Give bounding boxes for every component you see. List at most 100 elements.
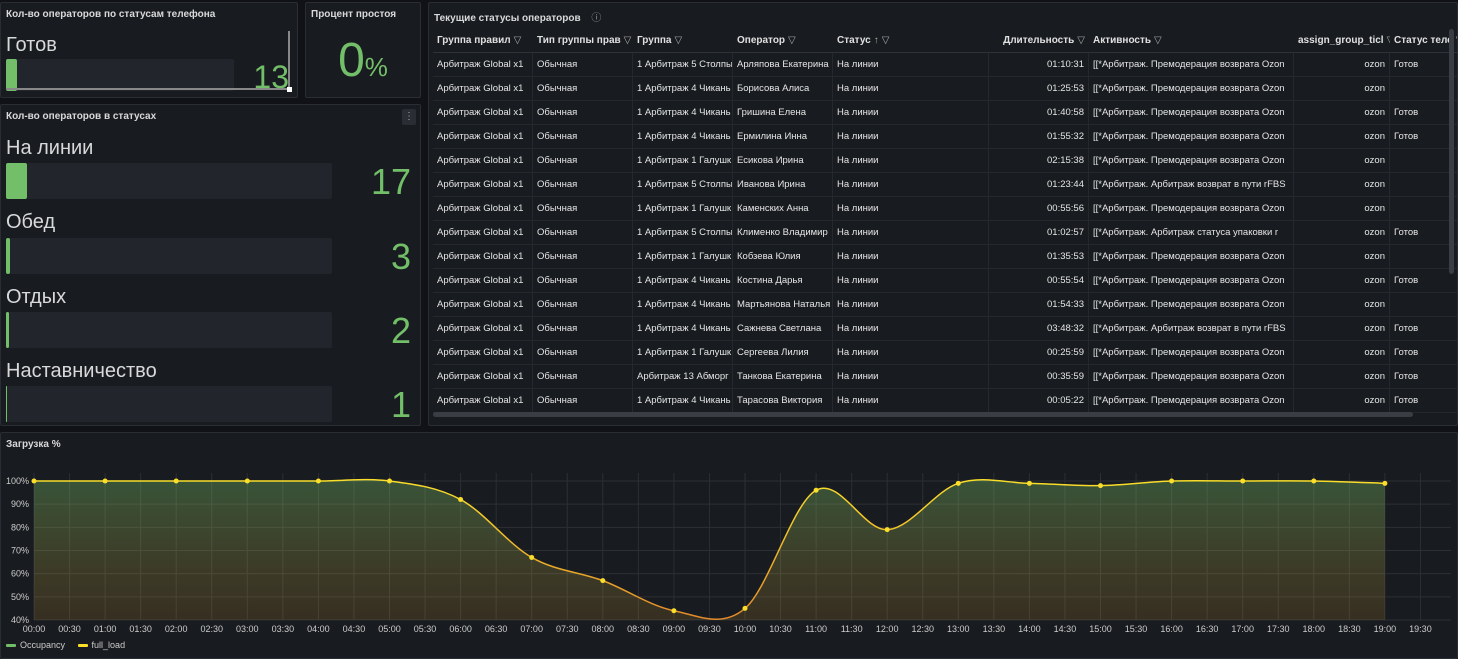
table-cell: 1 Арбитраж 5 Столпы xyxy=(633,53,733,77)
column-header-label: assign_group_ticl xyxy=(1298,35,1384,46)
table-cell: Клименко Владимир xyxy=(733,221,833,245)
status-label-rest: Отдых xyxy=(6,286,67,308)
legend-item-occupancy[interactable]: Occupancy xyxy=(6,640,65,650)
table-cell: На линии xyxy=(833,173,989,197)
table-row[interactable]: Арбитраж Global x1 Обычная 1 Арбитраж 5 Ст… xyxy=(433,221,1457,245)
table-cell: ozon xyxy=(1294,341,1390,365)
table-cell: На линии xyxy=(833,101,989,125)
column-header[interactable]: Группа правил ▽ xyxy=(433,29,533,53)
table-cell: Арбитраж Global x1 xyxy=(433,365,533,389)
x-tick-label: 00:00 xyxy=(23,624,46,634)
table-cell: [[*Арбитраж. Премодерация возврата Ozon xyxy=(1089,77,1294,101)
column-header[interactable]: Длительность ▽ xyxy=(989,29,1089,53)
filter-icon[interactable]: ▽ xyxy=(624,29,632,53)
table-cell: Обычная xyxy=(533,197,633,221)
table-cell: Готов xyxy=(1390,365,1457,389)
data-point xyxy=(1311,478,1317,484)
x-tick-label: 08:30 xyxy=(627,624,650,634)
table-cell: Костина Дарья xyxy=(733,269,833,293)
filter-icon[interactable]: ▽ xyxy=(882,29,890,53)
table-cell xyxy=(1390,245,1457,269)
filter-icon[interactable]: ▽ xyxy=(1077,29,1085,53)
table-cell: 00:55:56 xyxy=(989,197,1089,221)
x-tick-label: 13:30 xyxy=(983,624,1006,634)
panel-operator-statuses: Кол-во операторов в статусах ⋮ На линии … xyxy=(0,104,421,426)
table-cell: Ермилина Инна xyxy=(733,125,833,149)
table-cell: Арбитраж Global x1 xyxy=(433,197,533,221)
table-row[interactable]: Арбитраж Global x1 Обычная 1 Арбитраж 4 Чи… xyxy=(433,125,1457,149)
y-tick-label: 60% xyxy=(11,569,29,579)
x-tick-label: 11:30 xyxy=(841,624,863,634)
status-value-online: 17 xyxy=(370,161,411,202)
column-header[interactable]: Статус теле▽ xyxy=(1390,29,1457,53)
table-cell: 1 Арбитраж 4 Чикань xyxy=(633,125,733,149)
x-tick-label: 06:00 xyxy=(449,624,472,634)
legend-swatch xyxy=(6,644,16,648)
table-cell: Готов xyxy=(1390,389,1457,413)
column-header[interactable]: Активность ▽ xyxy=(1089,29,1294,53)
idle-unit: % xyxy=(364,52,388,82)
table-cell: На линии xyxy=(833,125,989,149)
status-value-ready: 13 xyxy=(253,59,289,95)
filter-icon[interactable]: ▽ xyxy=(674,29,682,53)
data-point xyxy=(387,478,392,484)
table-cell: ozon xyxy=(1294,125,1390,149)
table-row[interactable]: Арбитраж Global x1 Обычная 1 Арбитраж 4 Чи… xyxy=(433,101,1457,125)
column-header[interactable]: Статус ↑ ▽ xyxy=(833,29,989,53)
vertical-scrollbar[interactable] xyxy=(1449,29,1454,274)
horizontal-scrollbar[interactable] xyxy=(433,412,1413,417)
table-row[interactable]: Арбитраж Global x1 Обычная 1 Арбитраж 4 Чи… xyxy=(433,389,1457,413)
x-tick-label: 02:30 xyxy=(200,624,223,634)
table-row[interactable]: Арбитраж Global x1 Обычная 1 Арбитраж 4 Чи… xyxy=(433,77,1457,101)
table-row[interactable]: Арбитраж Global x1 Обычная 1 Арбитраж 4 Чи… xyxy=(433,317,1457,341)
table-cell: Арбитраж Global x1 xyxy=(433,221,533,245)
table-row[interactable]: Арбитраж Global x1 Обычная 1 Арбитраж 5 Ст… xyxy=(433,173,1457,197)
table-row[interactable]: Арбитраж Global x1 Обычная 1 Арбитраж 1 Га… xyxy=(433,197,1457,221)
table-row[interactable]: Арбитраж Global x1 Обычная 1 Арбитраж 4 Чи… xyxy=(433,293,1457,317)
scrollbar[interactable] xyxy=(288,31,290,91)
idle-value: 0% xyxy=(306,33,420,88)
status-value-rest: 2 xyxy=(390,310,411,351)
table-cell: [[*Арбитраж. Премодерация возврата Ozon xyxy=(1089,245,1294,269)
table-cell: Арляпова Екатерина xyxy=(733,53,833,77)
status-bar-fill xyxy=(6,59,18,91)
table-cell: Арбитраж Global x1 xyxy=(433,149,533,173)
filter-icon[interactable]: ▽ xyxy=(788,29,796,53)
table-cell: ozon xyxy=(1294,317,1390,341)
resize-handle[interactable] xyxy=(287,87,292,92)
x-tick-label: 01:30 xyxy=(129,624,152,634)
column-header[interactable]: assign_group_ticl▽ xyxy=(1294,29,1390,53)
table-row[interactable]: Арбитраж Global x1 Обычная 1 Арбитраж 1 Га… xyxy=(433,341,1457,365)
table-cell: ozon xyxy=(1294,269,1390,293)
data-point xyxy=(742,605,748,611)
table-cell: Арбитраж 13 Абморг xyxy=(633,365,733,389)
table-row[interactable]: Арбитраж Global x1 Обычная 1 Арбитраж 1 Га… xyxy=(433,149,1457,173)
column-header[interactable]: Оператор ▽ xyxy=(733,29,833,53)
panel-menu-icon[interactable]: ⋮ xyxy=(402,109,416,125)
table-cell: На линии xyxy=(833,293,989,317)
table-row[interactable]: Арбитраж Global x1 Обычная 1 Арбитраж 1 Га… xyxy=(433,245,1457,269)
x-tick-label: 15:00 xyxy=(1089,624,1112,634)
status-bar-fill xyxy=(6,386,8,422)
status-bar-fill xyxy=(6,238,10,274)
filter-icon[interactable]: ▽ xyxy=(1154,29,1162,53)
table-row[interactable]: Арбитраж Global x1 Обычная 1 Арбитраж 4 Чи… xyxy=(433,269,1457,293)
table-cell: ozon xyxy=(1294,197,1390,221)
filter-icon[interactable]: ▽ xyxy=(514,29,522,53)
table-row[interactable]: Арбитраж Global x1 Обычная 1 Арбитраж 5 Ст… xyxy=(433,53,1457,77)
legend-label: Occupancy xyxy=(20,640,66,650)
sort-asc-icon[interactable]: ↑ xyxy=(874,29,879,53)
y-tick-label: 100% xyxy=(6,476,29,486)
table-cell: ozon xyxy=(1294,173,1390,197)
column-header[interactable]: Группа ▽ xyxy=(633,29,733,53)
x-tick-label: 10:30 xyxy=(769,624,792,634)
table-row[interactable]: Арбитраж Global x1 Обычная Арбитраж 13 Абм… xyxy=(433,365,1457,389)
data-point xyxy=(813,487,819,493)
legend-item-full-load[interactable]: full_load xyxy=(77,640,125,650)
info-icon[interactable]: ⓘ xyxy=(591,13,601,24)
table-cell: Арбитраж Global x1 xyxy=(433,341,533,365)
table-cell: 01:23:44 xyxy=(989,173,1089,197)
column-header[interactable]: Тип группы прав ▽ xyxy=(533,29,633,53)
data-point xyxy=(529,554,535,560)
table-cell: 01:40:58 xyxy=(989,101,1089,125)
